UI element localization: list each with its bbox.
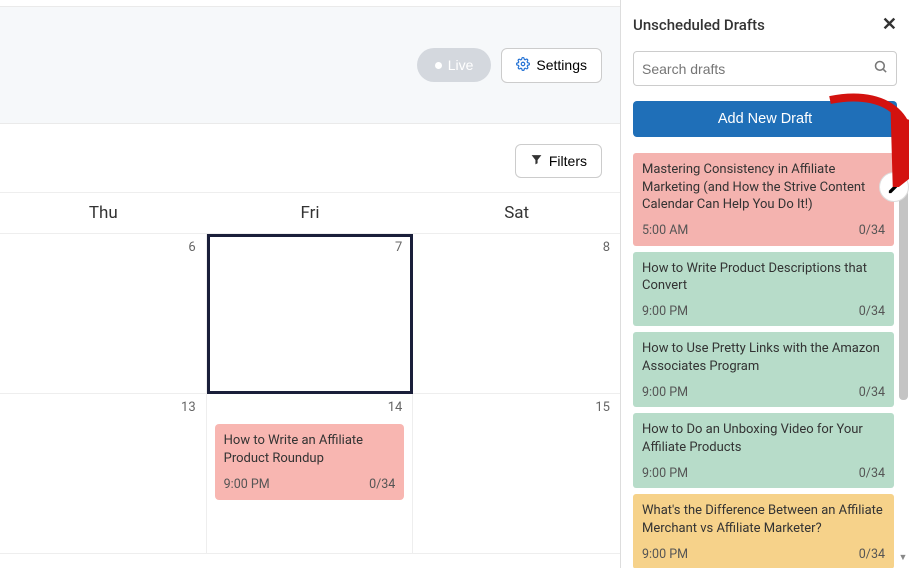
calendar-cell[interactable]: 15 [413, 394, 620, 554]
draft-count: 0/34 [859, 223, 885, 240]
live-label: Live [448, 57, 474, 73]
draft-title: What's the Difference Between an Affilia… [642, 502, 885, 537]
filter-row: Filters [0, 124, 620, 192]
add-new-draft-button[interactable]: Add New Draft [633, 101, 897, 137]
draft-time: 9:00 PM [642, 304, 688, 321]
day-number: 14 [388, 400, 403, 415]
draft-item[interactable]: How to Write Product Descriptions that C… [633, 252, 894, 327]
day-header: Thu [0, 193, 207, 233]
calendar-event[interactable]: How to Write an Affiliate Product Roundu… [215, 424, 405, 500]
draft-item[interactable]: How to Do an Unboxing Video for Your Aff… [633, 413, 894, 488]
search-input[interactable] [642, 61, 873, 77]
day-header: Sat [413, 193, 620, 233]
live-dot-icon [435, 62, 442, 69]
draft-time: 5:00 AM [642, 223, 688, 240]
calendar-cell[interactable]: 6 [0, 234, 207, 394]
draft-title: How to Do an Unboxing Video for Your Aff… [642, 421, 885, 456]
settings-button[interactable]: Settings [501, 48, 602, 83]
calendar-head: Thu Fri Sat [0, 193, 620, 234]
funnel-icon [530, 153, 543, 169]
draft-time: 9:00 PM [642, 385, 688, 402]
edit-draft-button[interactable] [879, 172, 909, 202]
event-time: 9:00 PM [224, 477, 270, 494]
calendar-cell[interactable]: 8 [413, 234, 620, 394]
settings-label: Settings [536, 57, 587, 73]
draft-time: 9:00 PM [642, 466, 688, 483]
day-number: 8 [603, 240, 610, 255]
search-wrap[interactable] [633, 51, 897, 86]
draft-count: 0/34 [859, 466, 885, 483]
day-header: Fri [207, 193, 414, 233]
draft-title: How to Use Pretty Links with the Amazon … [642, 340, 885, 375]
draft-time: 9:00 PM [642, 547, 688, 564]
scrollbar-thumb[interactable] [899, 190, 908, 400]
draft-item[interactable]: How to Use Pretty Links with the Amazon … [633, 332, 894, 407]
event-title: How to Write an Affiliate Product Roundu… [224, 432, 396, 467]
calendar-cell[interactable]: 14 How to Write an Affiliate Product Roun… [207, 394, 414, 554]
main-area: Live Settings Filters Thu Fri Sat 6 7 8 13 1… [0, 0, 621, 568]
drafts-list[interactable]: Mastering Consistency in Affiliate Marke… [633, 153, 897, 568]
day-number: 6 [188, 240, 195, 255]
event-count: 0/34 [369, 477, 395, 494]
calendar: Thu Fri Sat 6 7 8 13 14 How to Write an Affil… [0, 192, 620, 568]
day-number: 13 [181, 400, 196, 415]
sidebar-title: Unscheduled Drafts [633, 16, 765, 34]
scroll-down-icon[interactable]: ▼ [897, 552, 909, 563]
search-icon[interactable] [873, 59, 888, 78]
filters-button[interactable]: Filters [515, 144, 602, 178]
filters-label: Filters [549, 153, 587, 169]
calendar-body: 6 7 8 13 14 How to Write an Affiliate Product… [0, 234, 620, 554]
draft-count: 0/34 [859, 547, 885, 564]
draft-item[interactable]: Mastering Consistency in Affiliate Marke… [633, 153, 894, 246]
draft-count: 0/34 [859, 304, 885, 321]
top-bar: Live Settings [0, 6, 620, 124]
sidebar-header: Unscheduled Drafts ✕ [633, 14, 897, 35]
sidebar: Unscheduled Drafts ✕ Add New Draft Maste… [621, 0, 909, 568]
draft-item[interactable]: What's the Difference Between an Affilia… [633, 494, 894, 568]
day-number: 7 [395, 240, 402, 255]
draft-title: Mastering Consistency in Affiliate Marke… [642, 161, 885, 214]
draft-count: 0/34 [859, 385, 885, 402]
gear-icon [516, 57, 530, 74]
calendar-cell[interactable]: 7 [207, 234, 414, 394]
close-icon[interactable]: ✕ [882, 14, 897, 35]
day-number: 15 [595, 400, 610, 415]
calendar-cell[interactable]: 13 [0, 394, 207, 554]
draft-title: How to Write Product Descriptions that C… [642, 260, 885, 295]
live-button[interactable]: Live [417, 48, 492, 82]
